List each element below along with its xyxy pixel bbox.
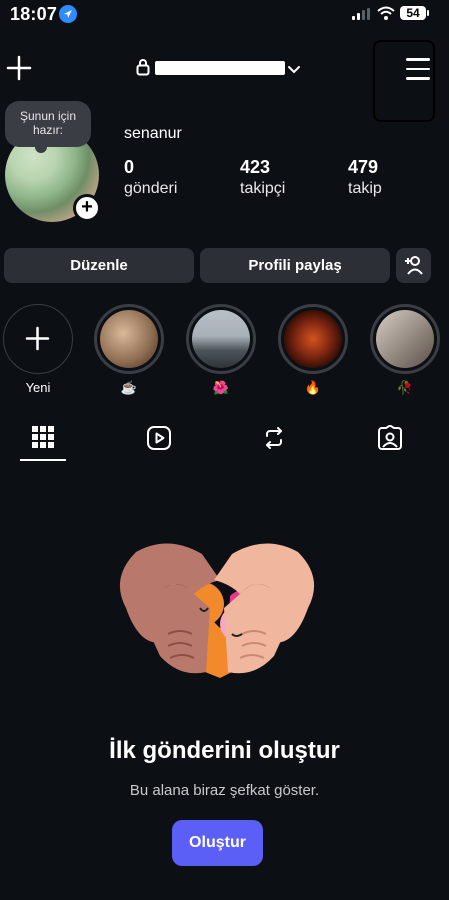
cellular-signal-icon xyxy=(352,8,370,20)
create-plus-icon[interactable] xyxy=(6,55,32,81)
menu-icon[interactable] xyxy=(406,58,430,87)
heart-hands-illustration xyxy=(110,538,324,691)
highlight-item[interactable] xyxy=(370,304,440,374)
profile-name: senanur xyxy=(124,125,182,142)
location-arrow-icon xyxy=(59,5,77,23)
create-post-button[interactable]: Oluştur xyxy=(172,820,263,866)
share-profile-button[interactable]: Profili paylaş xyxy=(200,248,390,283)
new-highlight-button[interactable] xyxy=(3,304,73,374)
reposts-icon[interactable] xyxy=(261,425,287,456)
grid-icon[interactable] xyxy=(32,426,54,453)
highlight-item[interactable] xyxy=(278,304,348,374)
posts-label: gönderi xyxy=(124,180,178,197)
add-person-icon[interactable] xyxy=(396,248,431,283)
active-tab-indicator xyxy=(20,459,66,461)
highlight-label: 🔥 xyxy=(304,380,322,395)
highlight-item[interactable] xyxy=(186,304,256,374)
lock-icon xyxy=(136,58,150,81)
chevron-down-icon[interactable] xyxy=(287,62,301,80)
username-redacted[interactable] xyxy=(155,61,285,75)
following-label[interactable]: takip xyxy=(348,180,382,198)
followers-count[interactable]: 423 xyxy=(240,157,270,178)
empty-state-subtitle: Bu alana biraz şefkat göster. xyxy=(129,782,320,799)
followers-label[interactable]: takipçi xyxy=(240,180,285,198)
edit-profile-button[interactable]: Düzenle xyxy=(4,248,194,283)
new-highlight-label: Yeni xyxy=(25,380,51,395)
reels-icon[interactable] xyxy=(146,425,172,456)
highlight-item[interactable] xyxy=(94,304,164,374)
add-story-icon[interactable]: + xyxy=(73,194,101,222)
highlight-label: 🥀 xyxy=(396,380,414,395)
following-count[interactable]: 479 xyxy=(348,157,378,178)
posts-count: 0 xyxy=(124,157,135,177)
battery-indicator: 54 xyxy=(400,6,429,20)
status-time: 18:07 xyxy=(10,4,58,24)
tagged-icon[interactable] xyxy=(377,424,403,456)
highlight-label: ☕ xyxy=(120,380,138,395)
highlight-label: 🌺 xyxy=(212,380,230,395)
empty-state-title: İlk gönderini oluştur xyxy=(109,737,340,764)
wifi-icon xyxy=(376,5,396,26)
note-bubble[interactable]: Şunun için hazır: xyxy=(5,101,91,153)
